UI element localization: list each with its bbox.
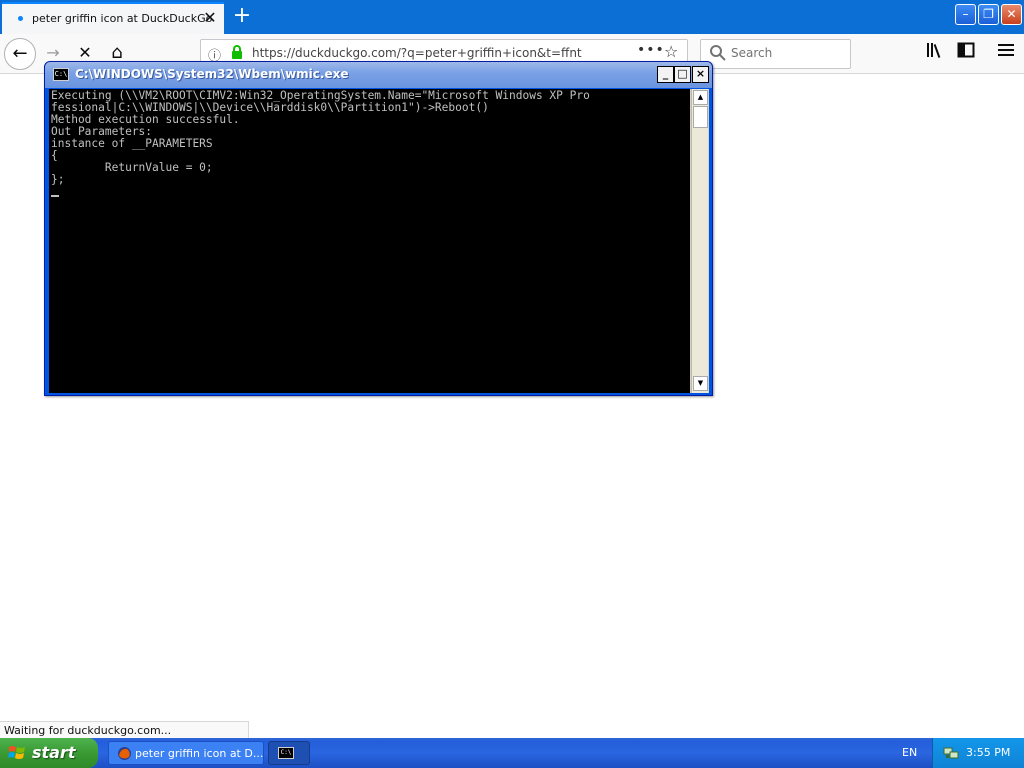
window-close-button[interactable]: ✕ — [1001, 4, 1022, 25]
start-label: start — [32, 743, 76, 762]
tab-close-icon[interactable]: ✕ — [200, 8, 220, 27]
console-app-icon[interactable]: C:\ — [53, 68, 69, 81]
taskbar: start peter griffin icon at D... C:\ EN … — [0, 738, 1024, 768]
console-close-button[interactable]: × — [692, 66, 709, 83]
console-body: Executing (\\VM2\ROOT\CIMV2:Win32_Operat… — [49, 89, 709, 393]
console-icon: C:\ — [278, 747, 294, 759]
console-scrollbar[interactable]: ▲ ▼ — [691, 89, 708, 393]
scroll-thumb[interactable] — [693, 106, 708, 128]
scroll-down-button[interactable]: ▼ — [693, 376, 708, 391]
taskbar-item-label: peter griffin icon at D... — [135, 747, 264, 760]
page-actions-icon[interactable]: ••• — [637, 42, 665, 58]
search-icon — [710, 45, 726, 61]
search-placeholder[interactable]: Search — [731, 46, 772, 60]
browser-tab[interactable]: peter griffin icon at DuckDuckGo ✕ — [2, 2, 224, 34]
loading-indicator-icon — [18, 16, 23, 21]
bookmark-star-icon[interactable]: ☆ — [664, 42, 678, 61]
browser-status: Waiting for duckduckgo.com... — [0, 721, 249, 738]
console-line: ReturnValue = 0; — [51, 161, 213, 174]
console-window[interactable]: C:\ C:\WINDOWS\System32\Wbem\wmic.exe _ … — [44, 61, 713, 396]
tab-title: peter griffin icon at DuckDuckGo — [32, 12, 213, 25]
start-button[interactable]: start — [0, 738, 98, 768]
console-minimize-button[interactable]: _ — [657, 66, 674, 83]
clock: 3:55 PM — [966, 746, 1011, 759]
desktop: peter griffin icon at DuckDuckGo ✕ + – ❐… — [0, 0, 1024, 768]
network-icon[interactable] — [943, 745, 959, 761]
menu-icon[interactable] — [998, 42, 1014, 61]
language-indicator[interactable]: EN — [902, 746, 917, 759]
windows-flag-icon — [8, 746, 25, 759]
console-line: }; — [51, 173, 65, 186]
taskbar-item-console[interactable]: C:\ — [268, 741, 310, 765]
console-line: instance of __PARAMETERS — [51, 137, 213, 150]
new-tab-button[interactable]: + — [230, 2, 254, 30]
back-button[interactable]: ← — [4, 38, 36, 70]
taskbar-item-firefox[interactable]: peter griffin icon at D... — [108, 741, 264, 765]
url-text[interactable]: https://duckduckgo.com/?q=peter+griffin+… — [252, 46, 582, 60]
console-title-bar[interactable]: C:\ C:\WINDOWS\System32\Wbem\wmic.exe _ … — [45, 62, 712, 88]
console-title: C:\WINDOWS\System32\Wbem\wmic.exe — [75, 67, 349, 81]
window-maximize-button[interactable]: ❐ — [978, 4, 999, 25]
console-cursor — [51, 195, 59, 197]
window-minimize-button[interactable]: – — [955, 4, 976, 25]
console-output[interactable]: Executing (\\VM2\ROOT\CIMV2:Win32_Operat… — [49, 89, 690, 393]
lock-icon — [232, 45, 242, 59]
firefox-icon — [118, 747, 131, 760]
library-icon[interactable] — [926, 42, 944, 62]
scroll-up-button[interactable]: ▲ — [693, 90, 708, 105]
sidebar-icon[interactable] — [957, 42, 975, 62]
console-maximize-button[interactable]: □ — [674, 66, 691, 83]
